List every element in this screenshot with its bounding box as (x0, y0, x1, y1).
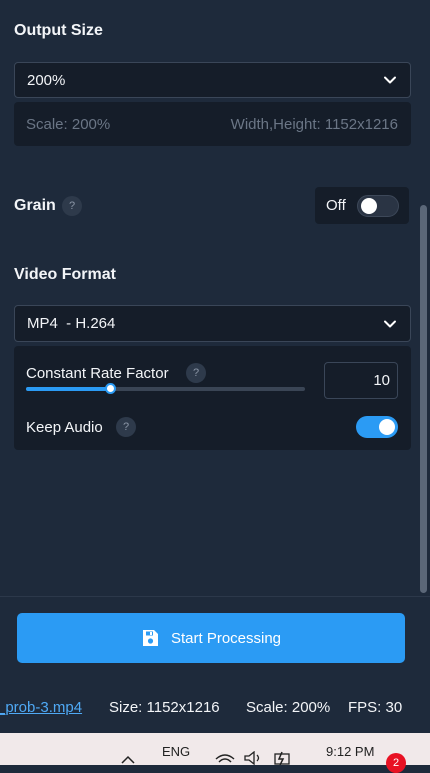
taskbar: ENG 9:12 PM 2 (0, 733, 430, 773)
keep-audio-toggle[interactable] (356, 416, 398, 438)
chevron-down-icon (384, 76, 396, 84)
start-processing-button[interactable]: Start Processing (17, 613, 405, 663)
divider (0, 596, 430, 597)
notification-badge[interactable]: 2 (386, 753, 406, 773)
keep-audio-toggle-knob (379, 419, 395, 435)
output-size-info-panel: Scale: 200% Width,Height: 1152x1216 (14, 102, 411, 146)
start-processing-label: Start Processing (170, 629, 282, 647)
chevron-up-icon[interactable] (120, 755, 136, 765)
wifi-icon[interactable] (214, 752, 236, 765)
crf-slider-thumb[interactable] (105, 383, 116, 394)
grain-toggle[interactable] (357, 195, 399, 217)
video-format-value: MP4 - H.264 (27, 315, 116, 332)
grain-toggle-container[interactable]: Off (315, 187, 409, 224)
status-fps: FPS: 30 (348, 699, 403, 716)
crf-help-icon[interactable]: ? (186, 363, 206, 383)
video-format-title: Video Format (14, 266, 116, 283)
keep-audio-label: Keep Audio (26, 419, 103, 436)
scale-info: Scale: 200% (26, 116, 111, 133)
battery-charging-icon[interactable] (272, 751, 294, 765)
grain-help-icon[interactable]: ? (62, 196, 82, 216)
language-indicator[interactable]: ENG (162, 744, 190, 759)
scrollbar-thumb[interactable] (420, 205, 427, 593)
crf-label: Constant Rate Factor (26, 365, 169, 382)
video-format-select[interactable]: MP4 - H.264 (14, 305, 411, 342)
grain-toggle-knob (361, 198, 377, 214)
output-size-select[interactable]: 200% (14, 62, 411, 98)
crf-slider-fill (26, 387, 110, 391)
volume-icon[interactable] (243, 751, 265, 765)
chevron-down-icon (384, 320, 396, 327)
grain-state-label: Off (326, 197, 346, 214)
status-size: Size: 1152x1216 (109, 699, 220, 716)
output-size-title: Output Size (14, 22, 103, 39)
status-scale: Scale: 200% (246, 699, 331, 716)
dimensions-info: Width,Height: 1152x1216 (230, 116, 398, 133)
status-bar: _prob-3.mp4 Size: 1152x1216 Scale: 200% … (0, 692, 430, 722)
video-format-options-panel: Constant Rate Factor ? 10 Keep Audio ? (14, 346, 411, 450)
output-size-value: 200% (27, 71, 66, 89)
save-icon (142, 630, 158, 646)
grain-label: Grain (14, 197, 56, 214)
crf-slider[interactable] (26, 383, 305, 394)
keep-audio-help-icon[interactable]: ? (116, 417, 136, 437)
status-filename-link[interactable]: _prob-3.mp4 (0, 699, 82, 716)
crf-value-input[interactable]: 10 (324, 362, 398, 399)
crf-value: 10 (373, 372, 390, 389)
clock-time[interactable]: 9:12 PM (326, 744, 374, 759)
